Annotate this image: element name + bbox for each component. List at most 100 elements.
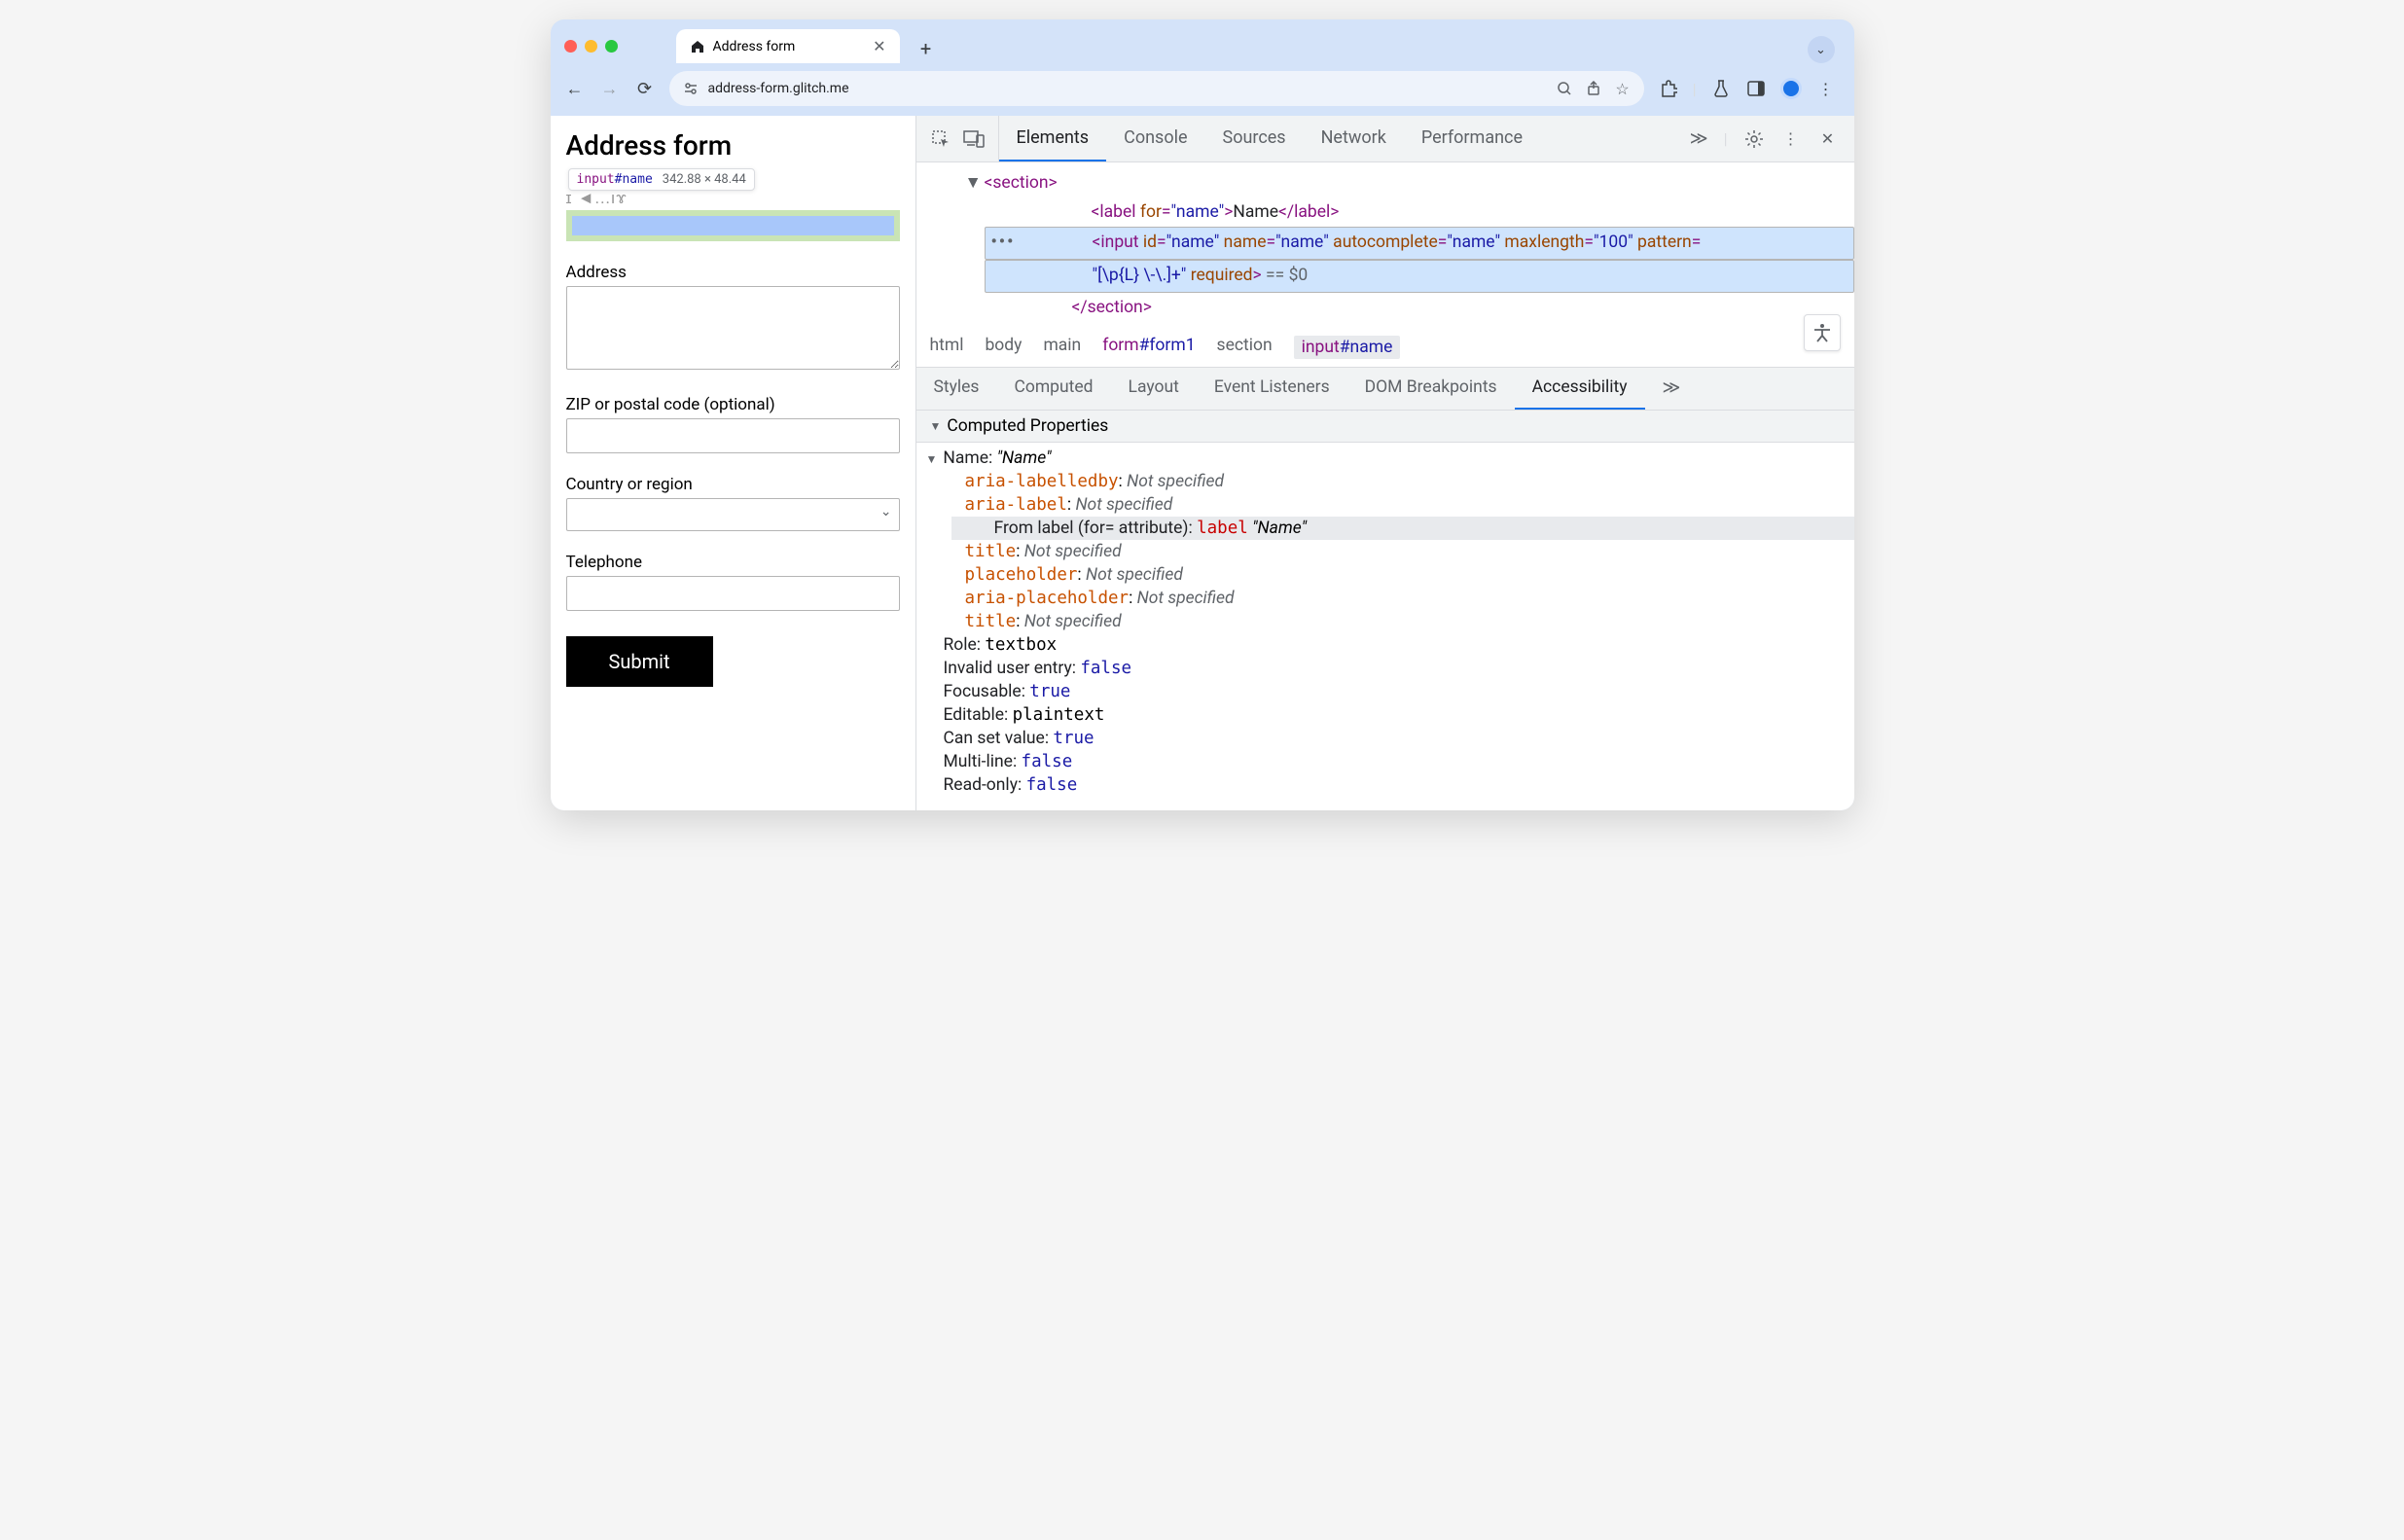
- dom-input-line[interactable]: ••• <input id="name" name="name" autocom…: [985, 227, 1854, 260]
- extensions-icon[interactable]: [1658, 78, 1679, 99]
- device-toolbar-icon[interactable]: [963, 128, 985, 150]
- a11y-property-row: Can set value: true: [944, 727, 1841, 750]
- dom-label-line[interactable]: <label for="name">Name</label>: [985, 197, 1854, 227]
- dom-overflow-icon[interactable]: •••: [991, 229, 1016, 256]
- new-tab-button[interactable]: +: [912, 34, 941, 63]
- page-viewport: Address form input#name 342.88 × 48.44 ɪ…: [551, 116, 916, 810]
- a11y-property-row: Editable: plaintext: [944, 703, 1841, 727]
- browser-tab[interactable]: Address form ✕: [676, 29, 900, 63]
- inspector-tooltip: input#name 342.88 × 48.44: [568, 168, 755, 191]
- dom-section-close: </section>: [1072, 298, 1152, 317]
- toolbar: ← → ⟳ address-form.glitch.me ☆ | ⋮: [551, 63, 1854, 116]
- breadcrumb-item[interactable]: main: [1043, 336, 1081, 359]
- menu-icon[interactable]: ⋮: [1815, 78, 1837, 99]
- inspect-element-icon[interactable]: [930, 128, 951, 150]
- bookmark-icon[interactable]: ☆: [1615, 81, 1631, 96]
- minimize-window[interactable]: [585, 40, 597, 53]
- browser-window: Address form ✕ + ⌄ ← → ⟳ address-form.gl…: [551, 19, 1854, 810]
- devtools-tab-sources[interactable]: Sources: [1205, 116, 1304, 161]
- tab-strip: Address form ✕ + ⌄: [676, 29, 1841, 63]
- settings-icon[interactable]: [1743, 128, 1765, 150]
- a11y-property-row: Focusable: true: [944, 680, 1841, 703]
- dom-tree[interactable]: ▼<section> <label for="name">Name</label…: [916, 162, 1854, 328]
- devtools-tab-performance[interactable]: Performance: [1404, 116, 1540, 161]
- profile-avatar[interactable]: [1780, 78, 1802, 99]
- subtab-layout[interactable]: Layout: [1111, 368, 1197, 410]
- zip-input[interactable]: [566, 418, 900, 453]
- breadcrumb-item[interactable]: html: [930, 336, 964, 359]
- a11y-property-row: Invalid user entry: false: [944, 657, 1841, 680]
- close-tab-icon[interactable]: ✕: [873, 37, 885, 55]
- breadcrumb-item[interactable]: body: [985, 336, 1022, 359]
- a11y-name-source: aria-label: Not specified: [965, 493, 1841, 517]
- inspected-element-highlight: [566, 210, 900, 241]
- submit-button[interactable]: Submit: [566, 636, 713, 687]
- side-panel-icon[interactable]: [1745, 78, 1767, 99]
- tooltip-tag: input: [577, 172, 615, 187]
- subtab-event-listeners[interactable]: Event Listeners: [1197, 368, 1347, 410]
- breadcrumb-item[interactable]: input#name: [1294, 336, 1401, 359]
- page-heading: Address form: [566, 129, 900, 161]
- disclosure-triangle-icon[interactable]: ▼: [930, 419, 942, 433]
- close-window[interactable]: [564, 40, 577, 53]
- zoom-icon[interactable]: [1557, 81, 1572, 96]
- devtools-tab-elements[interactable]: Elements: [999, 116, 1107, 161]
- a11y-property-row: Role: textbox: [944, 633, 1841, 657]
- subtab-accessibility[interactable]: Accessibility: [1515, 368, 1645, 410]
- more-tabs-icon[interactable]: ≫: [1690, 128, 1708, 149]
- devtools-close-icon[interactable]: ✕: [1817, 128, 1839, 150]
- address-textarea[interactable]: [566, 286, 900, 370]
- devtools-subtabs: StylesComputedLayoutEvent ListenersDOM B…: [916, 368, 1854, 411]
- site-info-icon[interactable]: [683, 81, 699, 96]
- a11y-name-row: ▼Name: "Name": [944, 447, 1841, 470]
- dom-input-line-2[interactable]: "[\p{L} \-\.]+" required> == $0: [985, 260, 1854, 293]
- address-bar[interactable]: address-form.glitch.me ☆: [669, 71, 1644, 106]
- a11y-panel-header[interactable]: ▼ Computed Properties: [916, 411, 1854, 443]
- content-area: Address form input#name 342.88 × 48.44 ɪ…: [551, 116, 1854, 810]
- devtools-menu-icon[interactable]: ⋮: [1780, 128, 1802, 150]
- a11y-name-source: aria-placeholder: Not specified: [965, 587, 1841, 610]
- breadcrumb-item[interactable]: section: [1217, 336, 1273, 359]
- forward-button[interactable]: →: [599, 78, 621, 99]
- devtools-tabstrip: ElementsConsoleSourcesNetworkPerformance…: [916, 116, 1854, 162]
- a11y-property-row: Read-only: false: [944, 773, 1841, 797]
- address-label: Address: [566, 263, 900, 282]
- disclosure-triangle-icon[interactable]: ▼: [926, 452, 938, 466]
- a11y-panel: ▼ Computed Properties ▼Name: "Name" aria…: [916, 411, 1854, 810]
- titlebar: Address form ✕ + ⌄: [551, 19, 1854, 63]
- url-text: address-form.glitch.me: [708, 81, 849, 96]
- more-subtabs-icon[interactable]: ≫: [1645, 368, 1699, 410]
- devtools-tab-console[interactable]: Console: [1106, 116, 1204, 161]
- tabs-dropdown-icon[interactable]: ⌄: [1808, 36, 1835, 63]
- tab-title: Address form: [713, 39, 796, 54]
- zip-label: ZIP or postal code (optional): [566, 395, 900, 414]
- a11y-name-source: title: Not specified: [965, 610, 1841, 633]
- tooltip-id: #name: [615, 172, 653, 187]
- a11y-name-source: From label (for= attribute): label "Name…: [951, 517, 1854, 540]
- labs-icon[interactable]: [1710, 78, 1732, 99]
- traffic-lights: [564, 40, 618, 53]
- back-button[interactable]: ←: [564, 78, 586, 99]
- panel-title: Computed Properties: [947, 416, 1108, 436]
- a11y-name-source: title: Not specified: [965, 540, 1841, 563]
- country-label: Country or region: [566, 475, 900, 494]
- a11y-name-source: aria-labelledby: Not specified: [965, 470, 1841, 493]
- a11y-property-row: Multi-line: false: [944, 750, 1841, 773]
- obscured-name-label: ɪ ◄...ıɤ: [566, 189, 900, 208]
- subtab-computed[interactable]: Computed: [996, 368, 1110, 410]
- breadcrumb: html body main form#form1 section input#name: [916, 328, 1854, 368]
- telephone-label: Telephone: [566, 553, 900, 572]
- dom-section-open: <section>: [985, 173, 1058, 193]
- devtools-tab-network[interactable]: Network: [1304, 116, 1404, 161]
- country-select[interactable]: [566, 498, 900, 531]
- reload-button[interactable]: ⟳: [634, 78, 656, 99]
- favicon-icon: [690, 39, 705, 54]
- subtab-styles[interactable]: Styles: [916, 368, 997, 410]
- share-icon[interactable]: [1586, 81, 1601, 96]
- subtab-dom-breakpoints[interactable]: DOM Breakpoints: [1347, 368, 1515, 410]
- devtools-panel: ElementsConsoleSourcesNetworkPerformance…: [916, 116, 1854, 810]
- maximize-window[interactable]: [605, 40, 618, 53]
- a11y-name-source: placeholder: Not specified: [965, 563, 1841, 587]
- telephone-input[interactable]: [566, 576, 900, 611]
- breadcrumb-item[interactable]: form#form1: [1102, 336, 1195, 359]
